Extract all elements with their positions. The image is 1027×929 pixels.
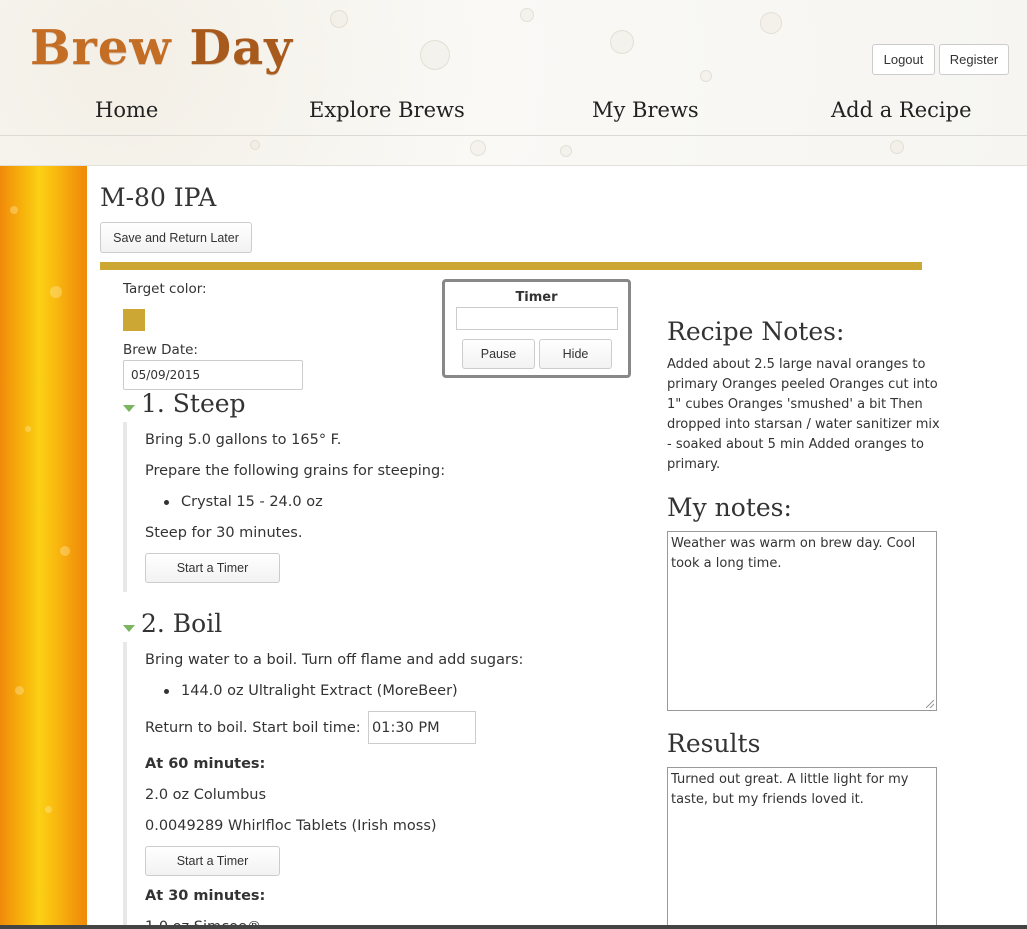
register-button[interactable]: Register [939, 44, 1009, 75]
step-steep-rule [123, 422, 127, 592]
decor-bubble [700, 70, 712, 82]
my-notes-text: Weather was warm on brew day. Cool took … [671, 536, 916, 571]
decor-bubble [610, 30, 634, 54]
nav-divider [0, 135, 1027, 136]
results-heading: Results [667, 729, 761, 758]
boil-return-label: Return to boil. Start boil time: [145, 720, 361, 736]
decor-bubble [420, 40, 450, 70]
nav-my-brews[interactable]: My Brews [592, 98, 699, 122]
beer-bubble [15, 686, 24, 695]
hop-addition-item: 0.0049289 Whirlfloc Tablets (Irish moss) [145, 818, 437, 834]
results-textarea[interactable]: Turned out great. A little light for my … [667, 767, 937, 929]
nav-add-recipe[interactable]: Add a Recipe [831, 98, 972, 122]
decor-bubble [520, 8, 534, 22]
timer-display-field[interactable] [456, 307, 618, 330]
step-steep-heading[interactable]: 1. Steep [141, 389, 246, 418]
my-notes-textarea[interactable]: Weather was warm on brew day. Cool took … [667, 531, 937, 711]
recipe-notes-heading: Recipe Notes: [667, 317, 845, 346]
beer-bubble [25, 426, 31, 432]
recipe-title: M-80 IPA [100, 183, 217, 212]
results-text: Turned out great. A little light for my … [671, 772, 909, 807]
beer-bubble [10, 206, 18, 214]
beer-bubble [45, 806, 52, 813]
collapse-triangle-icon[interactable] [123, 405, 135, 412]
list-bullet [164, 500, 169, 505]
decor-bubble [560, 145, 572, 157]
boil-start-timer-button[interactable]: Start a Timer [145, 846, 280, 876]
decor-bubble [330, 10, 348, 28]
boil-start-time-input[interactable]: 01:30 PM [368, 711, 476, 744]
steep-instruction-2: Prepare the following grains for steepin… [145, 463, 446, 479]
list-bullet [164, 689, 169, 694]
timer-hide-button[interactable]: Hide [539, 339, 612, 369]
boil-instruction-1: Bring water to a boil. Turn off flame an… [145, 652, 524, 668]
steep-start-timer-button[interactable]: Start a Timer [145, 553, 280, 583]
steep-instruction-3: Steep for 30 minutes. [145, 525, 303, 541]
site-header: Brew Day Logout Register Home Explore Br… [0, 0, 1027, 166]
beer-decor-strip [0, 166, 87, 929]
my-notes-heading: My notes: [667, 493, 792, 522]
at-60-minutes-label: At 60 minutes: [145, 756, 266, 772]
brew-date-input[interactable]: 05/09/2015 [123, 360, 303, 390]
decor-bubble [250, 140, 260, 150]
step-boil-heading[interactable]: 2. Boil [141, 609, 222, 638]
beer-bubble [60, 546, 70, 556]
nav-home[interactable]: Home [95, 98, 158, 122]
step-boil-rule [123, 642, 127, 929]
target-color-label: Target color: [123, 281, 207, 297]
logo-word-brew: Brew [30, 20, 172, 76]
steep-instruction-1: Bring 5.0 gallons to 165° F. [145, 432, 342, 448]
timer-panel: Timer Pause Hide [442, 279, 631, 378]
decor-bubble [470, 140, 486, 156]
at-30-minutes-label: At 30 minutes: [145, 888, 266, 904]
decor-bubble [890, 140, 904, 154]
timer-title: Timer [515, 290, 558, 305]
resize-grip-icon[interactable] [926, 700, 934, 708]
beer-bubble [50, 286, 62, 298]
logo-word-day: Day [189, 20, 294, 76]
save-return-later-button[interactable]: Save and Return Later [100, 222, 252, 253]
timer-pause-button[interactable]: Pause [462, 339, 535, 369]
logout-button[interactable]: Logout [872, 44, 935, 75]
sugar-item: 144.0 oz Ultralight Extract (MoreBeer) [181, 683, 458, 699]
site-logo[interactable]: Brew Day [30, 20, 293, 76]
hop-addition-item: 2.0 oz Columbus [145, 787, 267, 803]
window-bottom-edge [0, 925, 1027, 929]
title-divider-bar [100, 262, 922, 270]
brew-date-label: Brew Date: [123, 342, 198, 358]
nav-explore-brews[interactable]: Explore Brews [309, 98, 465, 122]
collapse-triangle-icon[interactable] [123, 625, 135, 632]
target-color-swatch [123, 309, 145, 331]
decor-bubble [760, 12, 782, 34]
grain-item: Crystal 15 - 24.0 oz [181, 494, 323, 510]
recipe-notes-text: Added about 2.5 large naval oranges to p… [667, 357, 940, 472]
